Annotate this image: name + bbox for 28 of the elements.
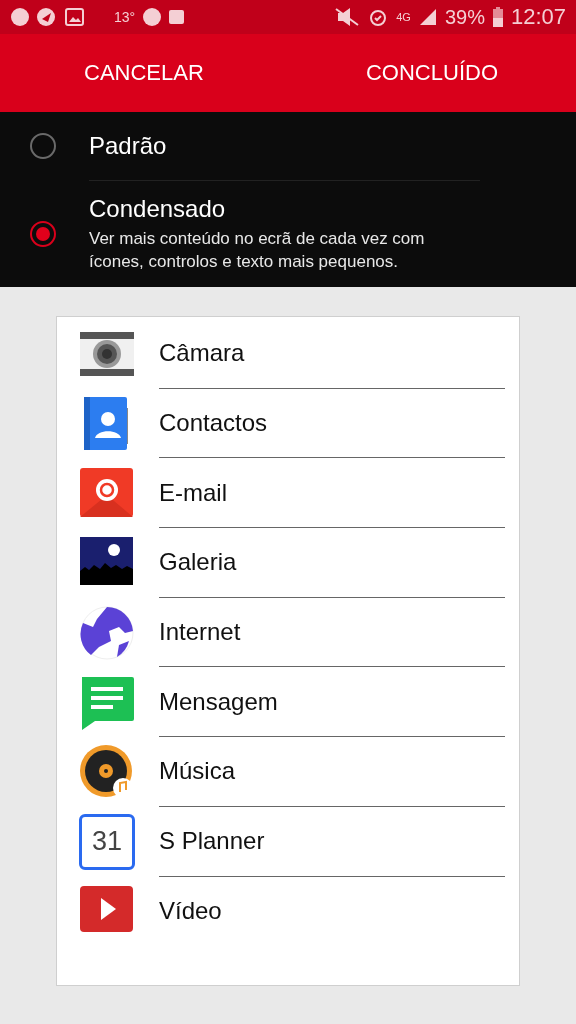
chat-bubble-icon [79, 674, 135, 731]
app-name: Música [159, 757, 236, 786]
app-name: Mensagem [159, 687, 278, 716]
app-name: Vídeo [159, 897, 222, 926]
signal-icon [418, 8, 437, 26]
app-name: Galeria [159, 548, 237, 577]
app-name: Contactos [159, 409, 268, 438]
option-description: Ver mais conteúdo no ecrã de cada vez com ícones, controlos e texto mais pequenos. [89, 228, 426, 273]
cancel-button[interactable]: CANCELAR [84, 52, 204, 94]
battery-percent: 39% [444, 5, 485, 29]
app-name: E-mail [159, 478, 227, 507]
app-name: S Planner [159, 827, 265, 856]
battery-icon [492, 7, 503, 27]
app-name: Câmara [159, 339, 245, 368]
vinyl-record-icon [79, 743, 135, 800]
option-label: Condensado [89, 195, 227, 223]
radio-button[interactable] [30, 133, 56, 159]
done-button[interactable]: CONCLUÍDO [366, 52, 498, 94]
calendar-date: 31 [90, 825, 123, 859]
network-type: 4G [396, 11, 411, 23]
app-name: Internet [159, 618, 241, 647]
option-label: Padrão [89, 132, 168, 160]
temperature: 13° [114, 9, 136, 25]
alarm-icon [368, 7, 389, 27]
radio-button[interactable] [30, 220, 56, 247]
mute-icon [334, 7, 361, 27]
clock: 12:07 [510, 4, 566, 30]
globe-icon [79, 604, 135, 661]
